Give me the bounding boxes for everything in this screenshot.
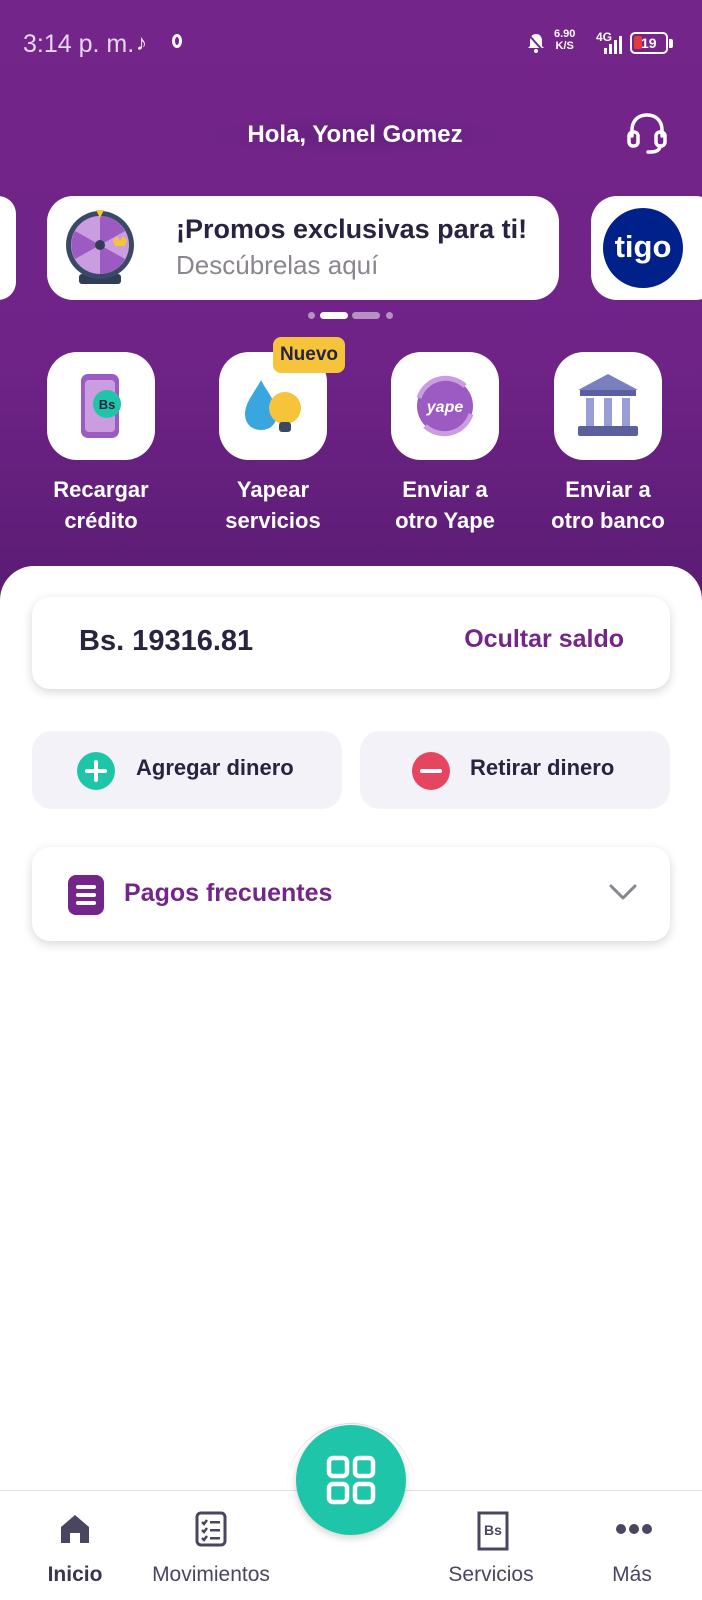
nav-more[interactable]: Más <box>557 1491 702 1600</box>
nav-movements[interactable]: Movimientos <box>136 1491 286 1600</box>
send-to-bank-button[interactable] <box>554 352 662 460</box>
new-badge: Nuevo <box>273 337 345 373</box>
pay-services-label: Yapear servicios <box>198 474 348 536</box>
water-light-icon <box>245 380 301 432</box>
network-speed-unit: K/S <box>555 40 574 52</box>
recharge-credit-label-line1: Recargar <box>53 477 149 502</box>
send-to-yape-label: Enviar a otro Yape <box>370 474 520 536</box>
send-to-yape-label-line2: otro Yape <box>395 508 495 533</box>
add-money-button[interactable]: Agregar dinero <box>32 731 342 809</box>
recharge-credit-button[interactable]: Bs <box>47 352 155 460</box>
nav-more-label: Más <box>612 1563 652 1586</box>
document-list-icon <box>68 875 104 915</box>
battery-tip <box>669 39 673 48</box>
network-speed: 6.90 K/S <box>554 28 575 52</box>
carousel-dots <box>308 312 398 320</box>
svg-text:Bs: Bs <box>99 397 116 412</box>
send-to-yape-button[interactable]: yape <box>391 352 499 460</box>
chevron-down-icon <box>609 884 637 900</box>
checklist-icon <box>195 1511 227 1547</box>
services-receipt-icon: Bs <box>477 1511 509 1551</box>
headset-support-icon[interactable] <box>624 110 670 156</box>
nav-home[interactable]: Inicio <box>0 1491 150 1600</box>
plus-icon <box>77 752 115 790</box>
pay-services-label-line1: Yapear <box>236 477 310 502</box>
bell-muted-icon <box>527 33 545 53</box>
yape-transfer-icon: yape <box>416 375 474 437</box>
qr-icon <box>326 1455 376 1505</box>
flame-notification-icon <box>172 34 182 48</box>
send-to-yape-label-line1: Enviar a <box>402 477 488 502</box>
send-to-bank-label: Enviar a otro banco <box>533 474 683 536</box>
nav-home-label: Inicio <box>47 1563 103 1586</box>
status-time: 3:14 p. m. <box>23 30 135 58</box>
carousel-previous-card[interactable] <box>0 196 16 300</box>
send-to-bank-label-line1: Enviar a <box>565 477 651 502</box>
greeting: Hola, Yonel Gomez <box>210 115 500 155</box>
phone-topup-icon: Bs <box>81 374 121 438</box>
tigo-logo: tigo <box>603 208 683 288</box>
balance-card: Bs. 19316.81 Ocultar saldo <box>32 597 670 689</box>
withdraw-money-label: Retirar dinero <box>470 755 615 780</box>
carousel-dot <box>308 312 315 319</box>
battery-level: 19 <box>641 35 657 51</box>
send-to-bank-label-line2: otro banco <box>551 508 665 533</box>
recharge-credit-label-line2: crédito <box>64 508 138 533</box>
carousel-dot <box>352 312 380 319</box>
withdraw-money-button[interactable]: Retirar dinero <box>360 731 670 809</box>
prize-wheel-icon <box>66 210 134 284</box>
pay-services-label-line2: servicios <box>225 508 321 533</box>
nav-movements-label: Movimientos <box>152 1563 270 1586</box>
minus-icon <box>412 752 450 790</box>
hide-balance-button[interactable]: Ocultar saldo <box>464 625 624 654</box>
nav-services-label: Servicios <box>448 1563 534 1586</box>
promo-title: ¡Promos exclusivas para ti! <box>176 214 528 244</box>
yape-icon-text: yape <box>426 399 464 416</box>
carousel-next-card[interactable]: tigo <box>591 196 702 300</box>
home-icon <box>61 1515 89 1543</box>
promo-banner[interactable]: ¡Promos exclusivas para ti! Descúbrelas … <box>47 196 559 300</box>
status-bar: 3:14 p. m. ♪ 6.90 K/S 4G 19 <box>0 0 702 90</box>
promo-subtitle: Descúbrelas aquí <box>176 250 379 280</box>
frequent-payments-dropdown[interactable]: Pagos frecuentes <box>32 847 670 941</box>
balance-amount: Bs. 19316.81 <box>79 625 254 657</box>
more-dots-icon <box>616 1524 652 1534</box>
bank-icon <box>578 374 638 436</box>
add-money-label: Agregar dinero <box>136 755 294 780</box>
battery-icon: 19 <box>630 32 668 54</box>
qr-scan-button[interactable] <box>296 1425 406 1535</box>
frequent-payments-label: Pagos frecuentes <box>124 879 333 907</box>
recharge-credit-label: Recargar crédito <box>26 474 176 536</box>
tiktok-notification-icon: ♪ <box>136 30 147 55</box>
services-icon-text: Bs <box>484 1522 502 1538</box>
carousel-dot-active <box>320 312 348 319</box>
network-speed-value: 6.90 <box>554 28 576 40</box>
carousel-dot <box>386 312 393 319</box>
signal-icon <box>604 36 622 54</box>
nav-services[interactable]: Bs Servicios <box>416 1491 566 1600</box>
